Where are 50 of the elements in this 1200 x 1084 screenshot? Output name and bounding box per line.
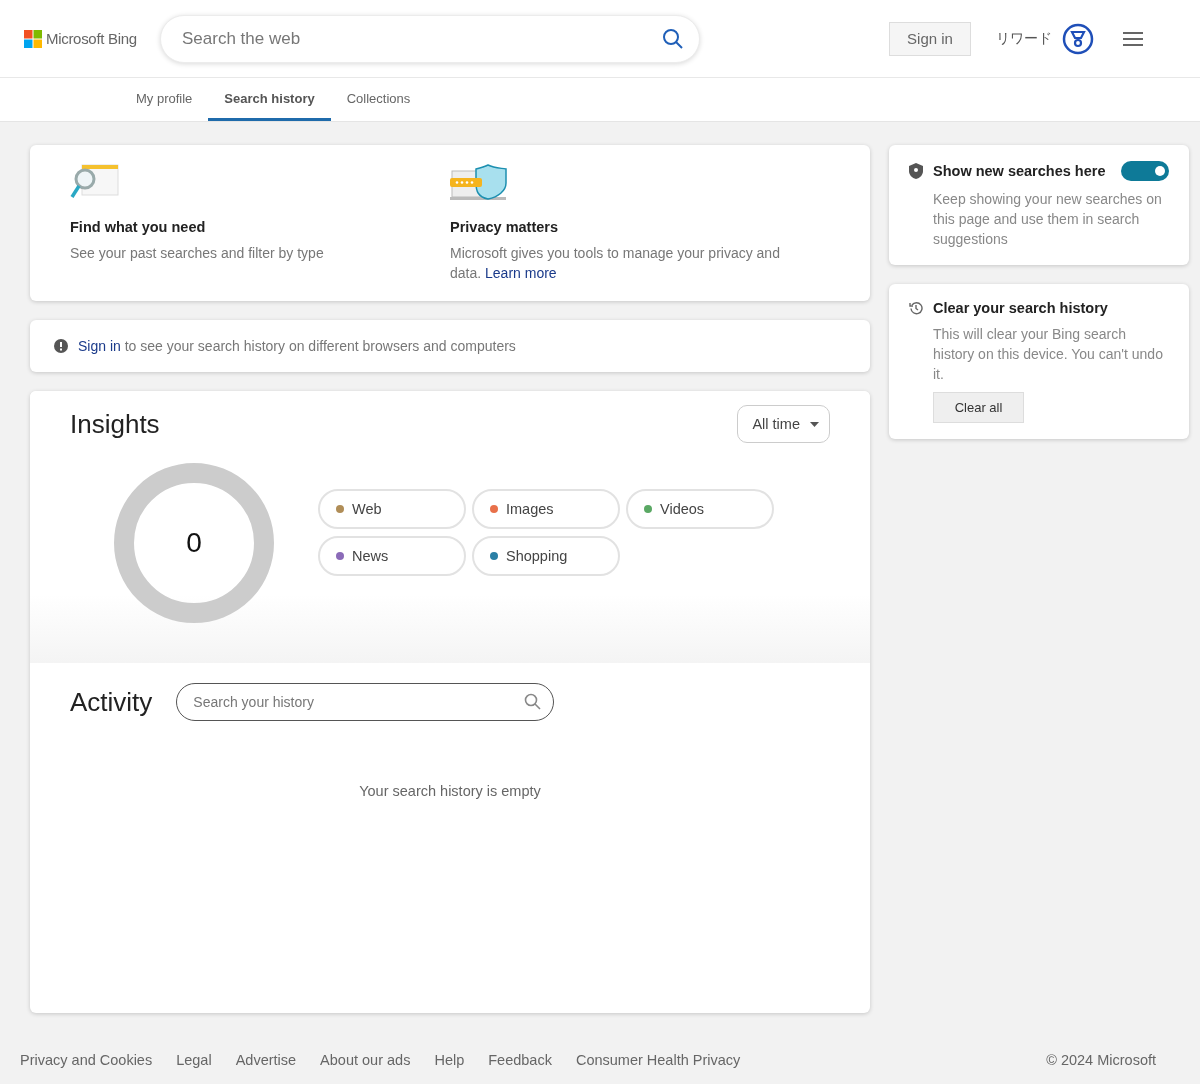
copyright: © 2024 Microsoft bbox=[1046, 1052, 1156, 1068]
category-filter[interactable]: Web bbox=[318, 488, 466, 529]
medal-icon[interactable] bbox=[1062, 22, 1094, 55]
category-filter[interactable]: Shopping bbox=[472, 535, 620, 576]
sign-in-button[interactable]: Sign in bbox=[889, 21, 971, 56]
search-icon[interactable] bbox=[662, 27, 684, 50]
insights-heading: Insights bbox=[70, 408, 160, 440]
feature-title: Find what you need bbox=[70, 219, 207, 235]
clear-history-description: This will clear your Bing search history on this device. You can't undo it. bbox=[933, 325, 1164, 384]
shield-icon bbox=[909, 163, 923, 179]
clear-history-title: Clear your search history bbox=[933, 300, 1109, 316]
logo-icon bbox=[24, 29, 42, 48]
magnifier-calendar-icon bbox=[70, 163, 120, 201]
exclamation-icon bbox=[54, 339, 68, 353]
category-filter[interactable]: Images bbox=[472, 488, 620, 529]
activity-heading: Activity bbox=[70, 686, 153, 718]
history-search-field[interactable]: Search your history bbox=[176, 683, 555, 721]
tab[interactable]: Collections bbox=[330, 78, 427, 121]
feature-description: Microsoft gives you tools to manage your privacy and data. Learn more bbox=[450, 244, 781, 283]
feature-title: Privacy matters bbox=[450, 219, 559, 235]
history-icon bbox=[909, 301, 923, 315]
setting-title: Show new searches here bbox=[933, 163, 1107, 179]
footer-link[interactable]: Feedback bbox=[488, 1052, 552, 1068]
footer-link[interactable]: Privacy and Cookies bbox=[20, 1052, 153, 1068]
clear-all-button[interactable]: Clear all bbox=[933, 392, 1024, 423]
setting-description: Keep showing your new searches on this page and use them in search suggestions bbox=[933, 190, 1163, 249]
menu-icon[interactable] bbox=[1122, 30, 1144, 47]
category-filter[interactable]: Videos bbox=[626, 488, 774, 529]
sign-in-link[interactable]: Sign in bbox=[78, 338, 121, 354]
toggle-switch[interactable] bbox=[1121, 161, 1169, 181]
tab[interactable]: My profile bbox=[120, 78, 209, 121]
footer-link[interactable]: Consumer Health Privacy bbox=[575, 1052, 741, 1068]
total-count: 0 bbox=[186, 527, 202, 559]
search-icon[interactable] bbox=[524, 693, 543, 711]
footer-link[interactable]: About our ads bbox=[320, 1052, 411, 1068]
category-filter[interactable]: News bbox=[318, 535, 466, 576]
learn-more-link[interactable]: Learn more bbox=[485, 265, 557, 281]
footer-link[interactable]: Legal bbox=[176, 1052, 212, 1068]
footer-link[interactable]: Advertise bbox=[235, 1052, 297, 1068]
logo-text: Microsoft Bing bbox=[46, 30, 137, 47]
rewards-link[interactable]: リワード bbox=[996, 29, 1052, 48]
shield-password-icon bbox=[450, 163, 508, 201]
period-dropdown[interactable]: All time bbox=[737, 405, 830, 443]
caret-icon bbox=[810, 421, 819, 427]
tab[interactable]: Search history bbox=[208, 78, 331, 121]
feature-description: See your past searches and filter by type bbox=[70, 244, 325, 263]
sign-in-message: Sign in to see your search history on different browsers and computers bbox=[78, 338, 516, 354]
search-field[interactable]: Search the web bbox=[160, 14, 700, 63]
empty-message: Your search history is empty bbox=[358, 783, 542, 799]
footer-link[interactable]: Help bbox=[434, 1052, 465, 1068]
